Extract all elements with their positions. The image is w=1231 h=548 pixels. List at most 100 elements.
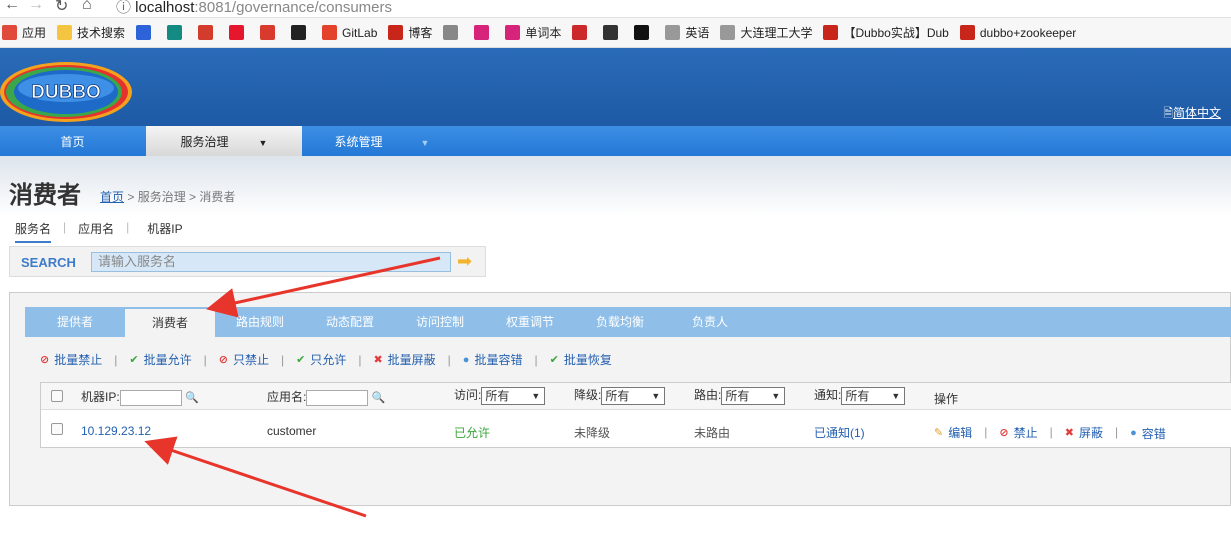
ip-filter: 机器IP: 🔍 <box>81 388 199 406</box>
home-icon[interactable]: ⌂ <box>82 0 92 14</box>
tab-access-control[interactable]: 访问控制 <box>395 307 485 337</box>
ops-header: 操作 <box>934 392 959 406</box>
language-switch[interactable]: 🗎简体中文 <box>1163 104 1221 125</box>
tab-dynamic-config[interactable]: 动态配置 <box>305 307 395 337</box>
batch-action-button[interactable]: ✔ 批量恢复 <box>550 351 612 368</box>
app-header: DUBBO 🗎简体中文 <box>0 48 1231 126</box>
bookmark-item[interactable] <box>572 25 592 40</box>
search-icon[interactable]: 🔍 <box>372 392 386 404</box>
apps-grid-icon <box>2 25 17 40</box>
notify-select[interactable]: 所有 <box>841 386 906 405</box>
info-icon: ⓘ <box>116 0 136 16</box>
menu-label: 系统管理 <box>334 135 383 149</box>
consumers-table: 机器IP: 🔍 应用名: 🔍 访问:所有 降级:所有 路由:所有 通知:所有 操… <box>40 382 1231 448</box>
document-icon: 🗎 <box>1163 106 1173 120</box>
language-label: 简体中文 <box>1172 106 1221 120</box>
tab-consumers[interactable]: 消费者 <box>125 309 215 337</box>
caret-down-icon: ▼ <box>420 138 430 148</box>
search-tab-service[interactable]: 服务名 <box>15 220 52 243</box>
edit-button[interactable]: ✎ 编辑 <box>934 424 972 441</box>
back-arrow-icon[interactable]: ← <box>4 0 20 14</box>
reload-icon[interactable]: ↻ <box>55 0 68 16</box>
bookmark-item[interactable]: GitLab <box>322 25 377 40</box>
row-ip-link[interactable]: 10.129.23.12 <box>81 424 151 438</box>
separator: | <box>114 352 118 367</box>
batch-action-label: 批量禁止 <box>54 353 103 367</box>
tab-owners[interactable]: 负责人 <box>665 307 755 337</box>
search-tab-ip[interactable]: 机器IP <box>147 220 182 243</box>
breadcrumb-path: > 服务治理 > 消费者 <box>124 190 236 204</box>
bookmark-item[interactable] <box>229 25 249 40</box>
folder-icon <box>57 25 73 40</box>
batch-action-button[interactable]: ⊘ 批量禁止 <box>40 351 102 368</box>
tab-load-balance[interactable]: 负载均衡 <box>575 307 665 337</box>
bookmark-label: GitLab <box>342 25 378 40</box>
bookmark-item[interactable] <box>198 25 218 40</box>
bookmark-label: 【Dubbo实战】Dub <box>843 26 949 40</box>
y-icon <box>505 25 521 40</box>
tab-weight[interactable]: 权重调节 <box>485 307 575 337</box>
bookmark-item[interactable] <box>136 25 156 40</box>
tab-routes[interactable]: 路由规则 <box>215 307 305 337</box>
e-doc-icon <box>260 25 276 40</box>
ip-filter-input[interactable] <box>119 389 182 406</box>
batch-action-button[interactable]: ⊘ 只禁止 <box>219 351 269 368</box>
bookmark-item[interactable]: 单词本 <box>505 24 561 41</box>
row-route-status: 未路由 <box>694 426 731 440</box>
bookmark-item[interactable] <box>443 25 463 40</box>
batch-action-button[interactable]: ● 批量容错 <box>463 351 523 368</box>
row-notify-link[interactable]: 已通知(1) <box>814 424 865 441</box>
app-header: 应用名: <box>267 390 307 404</box>
bookmark-item[interactable] <box>291 25 311 40</box>
batch-action-label: 批量容错 <box>474 353 523 367</box>
check-icon: ✔ <box>549 354 559 366</box>
select-all-checkbox[interactable] <box>51 390 63 402</box>
bookmark-item[interactable]: 技术搜索 <box>57 24 125 41</box>
main-menu: 首页 服务治理 ▼ 系统管理 ▼ <box>0 126 1231 156</box>
bookmark-item[interactable] <box>634 25 654 40</box>
batch-action-button[interactable]: ✔ 批量允许 <box>129 351 191 368</box>
degrade-select[interactable]: 所有 <box>601 386 666 405</box>
batch-action-button[interactable]: ✔ 只允许 <box>296 351 346 368</box>
bookmark-item[interactable]: 博客 <box>388 24 432 41</box>
notify-header: 通知: <box>814 388 842 402</box>
menu-item-governance[interactable]: 服务治理 ▼ <box>146 126 302 156</box>
search-tab-app[interactable]: 应用名 <box>78 220 114 243</box>
breadcrumb: 首页 > 服务治理 > 消费者 <box>100 188 235 205</box>
access-select[interactable]: 所有 <box>481 386 546 405</box>
bookmark-item[interactable]: 大连理工大学 <box>720 24 812 41</box>
bookmark-label: dubbo+zookeeper <box>979 25 1077 40</box>
breadcrumb-home-link[interactable]: 首页 <box>100 190 124 204</box>
separator: | <box>358 352 362 367</box>
search-input[interactable]: 请输入服务名 <box>91 252 451 272</box>
app-filter-input[interactable] <box>306 389 369 406</box>
menu-item-home[interactable]: 首页 <box>0 126 145 156</box>
bookmark-item[interactable]: 英语 <box>665 24 709 41</box>
route-select[interactable]: 所有 <box>721 386 786 405</box>
ban-icon: ⊘ <box>40 354 50 366</box>
app-filter: 应用名: 🔍 <box>267 388 385 406</box>
arrow-right-icon[interactable]: ➡ <box>457 251 472 272</box>
bookmark-item[interactable]: 应用 <box>2 24 46 41</box>
op-label: 容错 <box>1141 426 1166 441</box>
bookmark-item[interactable] <box>603 25 623 40</box>
menu-item-system[interactable]: 系统管理 ▼ <box>303 126 461 156</box>
search-icon[interactable]: 🔍 <box>185 392 199 404</box>
block-button[interactable]: ✖ 屏蔽 <box>1065 424 1103 441</box>
tolerance-button[interactable]: ● 容错 <box>1130 425 1166 442</box>
tab-providers[interactable]: 提供者 <box>25 307 125 337</box>
url-field[interactable]: ⓘ localhost:8081/governance/consumers <box>116 0 392 17</box>
menu-label: 首页 <box>60 135 85 149</box>
bookmark-item[interactable] <box>474 25 494 40</box>
forward-arrow-icon[interactable]: → <box>28 0 44 14</box>
bookmark-item[interactable]: dubbo+zookeeper <box>959 25 1077 40</box>
menu-label: 服务治理 <box>180 135 229 149</box>
bookmark-item[interactable] <box>167 25 187 40</box>
dubbo-logo: DUBBO <box>0 62 132 122</box>
batch-action-button[interactable]: ✖ 批量屏蔽 <box>373 351 435 368</box>
consumer-panel: 提供者 消费者 路由规则 动态配置 访问控制 权重调节 负载均衡 负责人 ⊘ 批量… <box>9 292 1231 506</box>
bookmark-item[interactable] <box>260 25 280 40</box>
bookmark-item[interactable]: 【Dubbo实战】Dub <box>823 24 949 41</box>
row-checkbox[interactable] <box>51 423 63 435</box>
ban-button[interactable]: ⊘ 禁止 <box>999 424 1037 441</box>
